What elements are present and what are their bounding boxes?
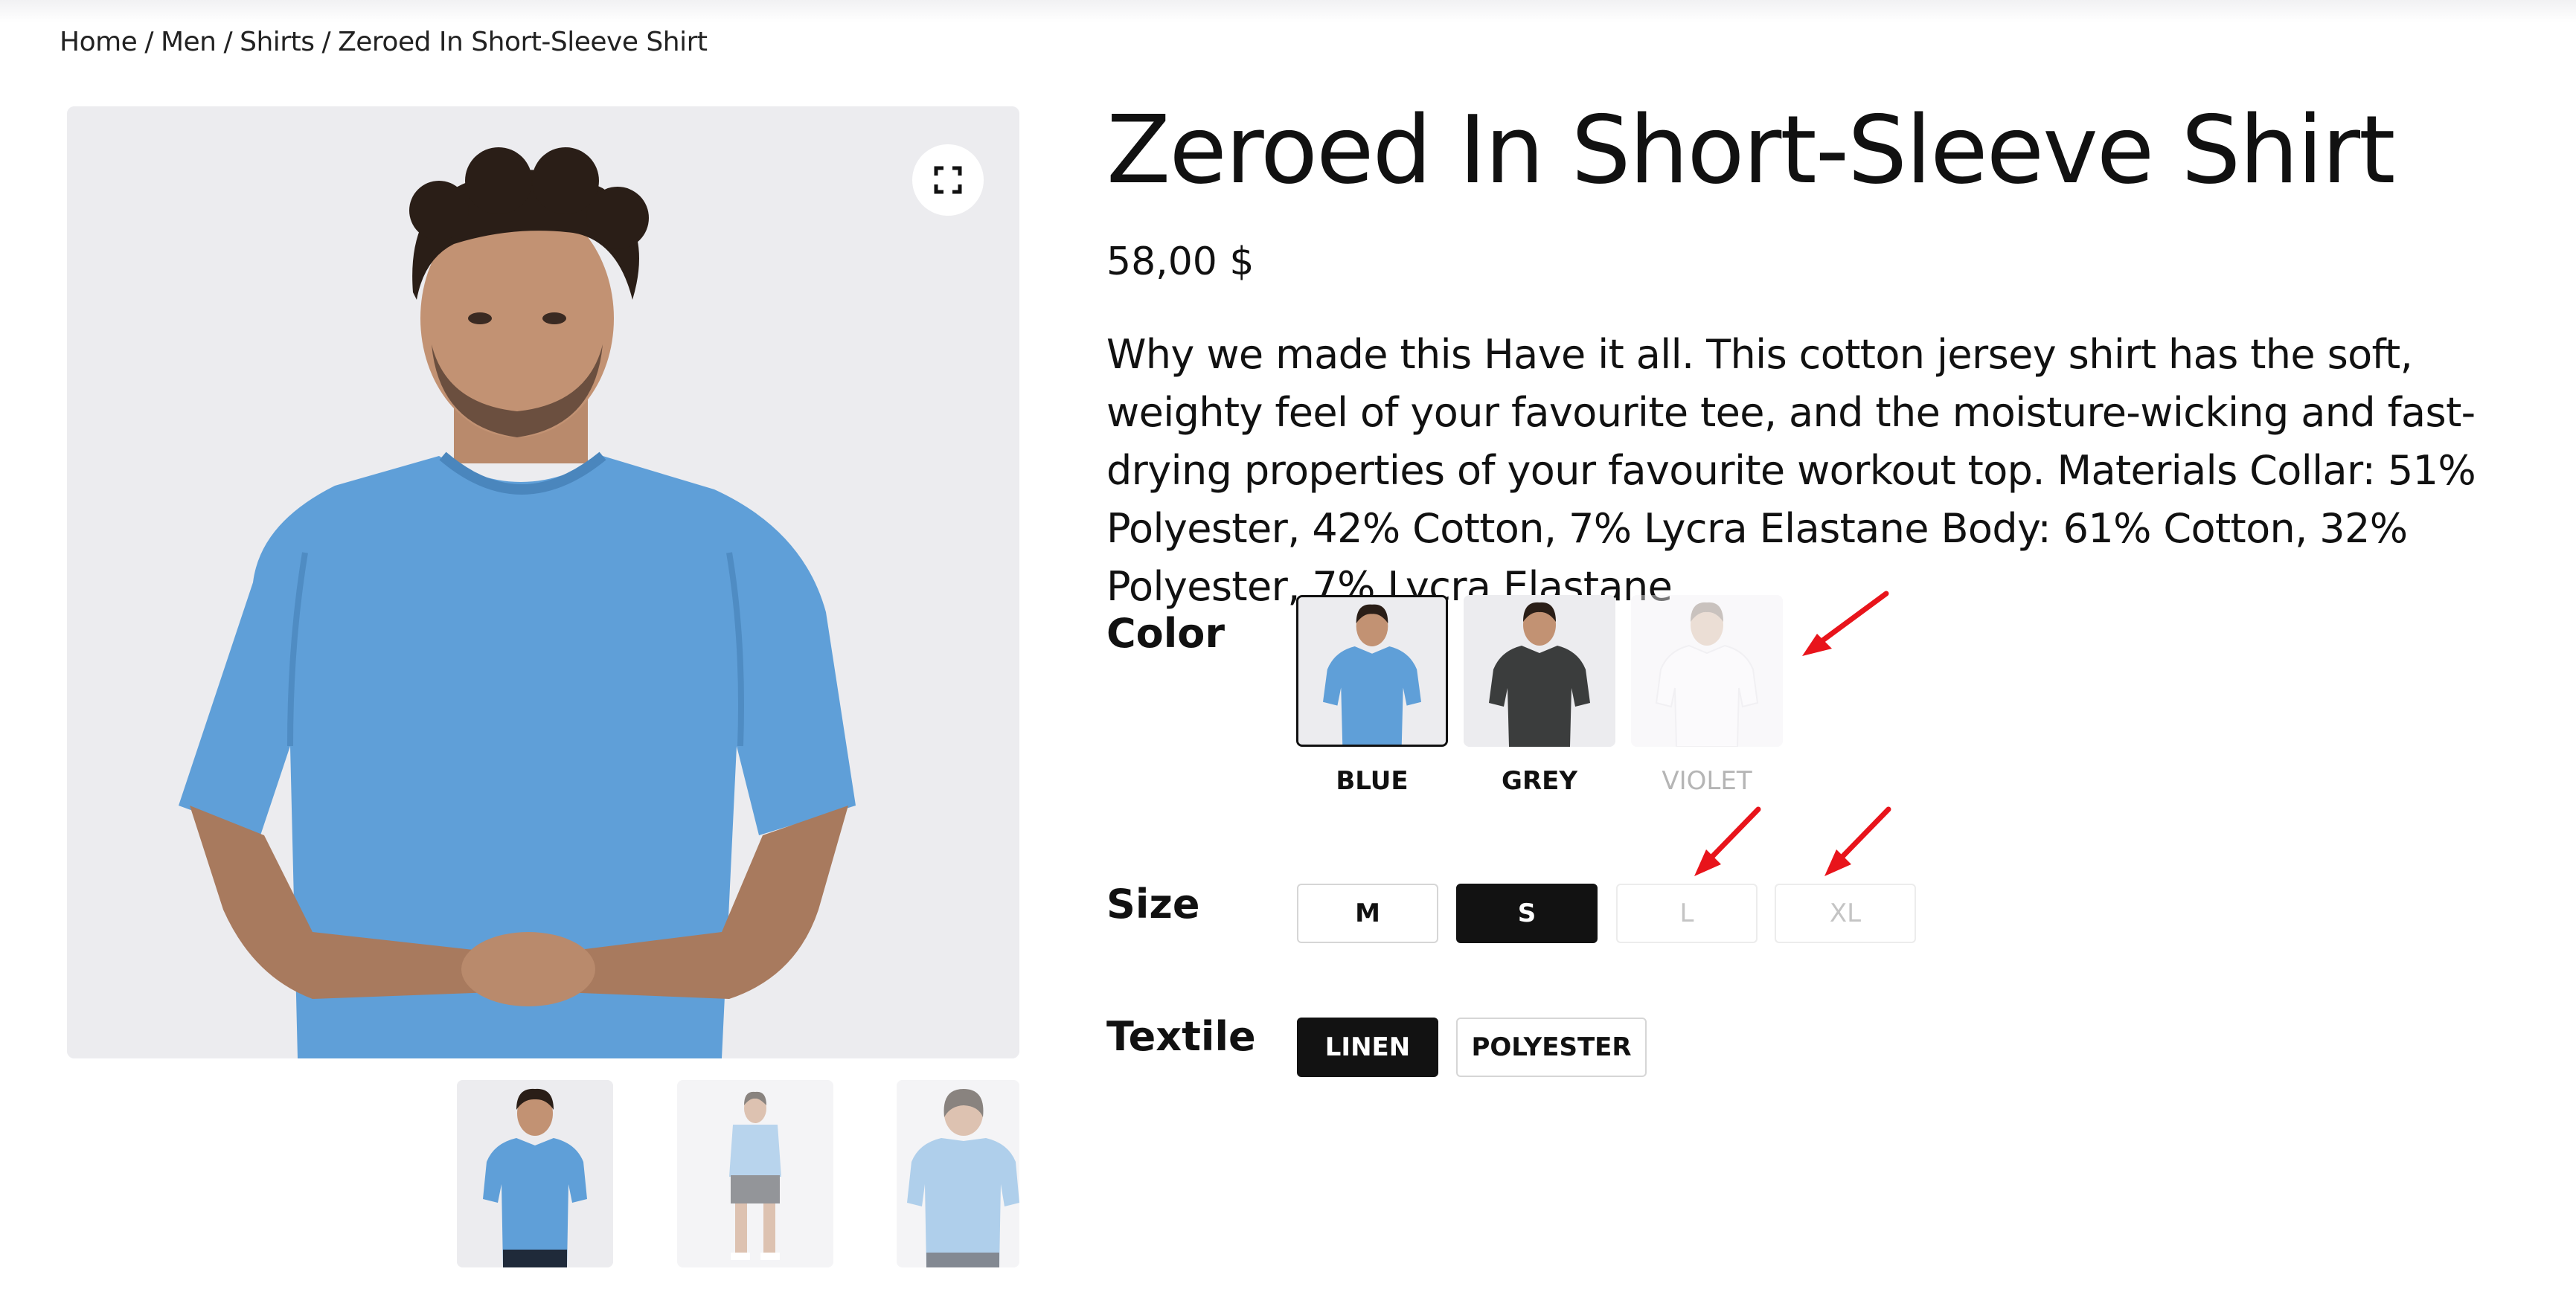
thumbnail-image-back — [897, 1080, 1019, 1267]
breadcrumb: Home / Men / Shirts / Zeroed In Short-Sleeve S… — [60, 27, 708, 57]
red-arrow-icon — [1694, 806, 1761, 876]
color-name-blue: BLUE — [1336, 766, 1409, 796]
color-swatch-grey[interactable] — [1464, 595, 1615, 747]
thumbnail-2[interactable] — [677, 1080, 833, 1267]
breadcrumb-separator: / — [321, 27, 331, 57]
color-swatch-violet[interactable] — [1631, 595, 1783, 747]
textile-option-linen[interactable]: LINEN — [1297, 1018, 1438, 1077]
breadcrumb-separator: / — [223, 27, 233, 57]
breadcrumb-men[interactable]: Men — [161, 27, 217, 57]
color-name-grey: GREY — [1502, 766, 1577, 796]
expand-icon — [934, 166, 962, 194]
swatch-image-grey-shirt — [1464, 595, 1615, 747]
top-bar-shadow — [0, 0, 2576, 22]
thumbnail-image-front — [457, 1080, 613, 1267]
thumbnail-3[interactable] — [897, 1080, 1019, 1267]
size-option-l[interactable]: L — [1616, 884, 1758, 943]
red-arrow-icon — [1802, 591, 1889, 656]
textile-option-polyester[interactable]: POLYESTER — [1456, 1018, 1647, 1077]
swatch-image-blue-shirt — [1298, 597, 1446, 745]
breadcrumb-current: Zeroed In Short-Sleeve Shirt — [338, 27, 708, 57]
expand-image-button[interactable] — [912, 144, 984, 216]
size-label: Size — [1106, 881, 1200, 928]
thumbnail-image-full-body — [677, 1080, 833, 1267]
product-description: Why we made this Have it all. This cotto… — [1106, 331, 2476, 610]
swatch-image-violet-shirt — [1631, 595, 1783, 747]
color-label: Color — [1106, 610, 1225, 657]
product-main-image[interactable] — [67, 106, 1019, 1058]
red-arrow-icon — [1824, 806, 1891, 876]
size-option-xl[interactable]: XL — [1775, 884, 1916, 943]
color-name-violet: VIOLET — [1662, 766, 1752, 796]
thumbnail-1[interactable] — [457, 1080, 613, 1267]
breadcrumb-home[interactable]: Home — [60, 27, 138, 57]
breadcrumb-shirts[interactable]: Shirts — [240, 27, 315, 57]
size-option-s[interactable]: S — [1456, 884, 1598, 943]
product-title: Zeroed In Short-Sleeve Shirt — [1106, 95, 2395, 205]
size-option-m[interactable]: M — [1297, 884, 1438, 943]
product-photo-model-blue-shirt — [67, 106, 1019, 1058]
breadcrumb-separator: / — [144, 27, 153, 57]
product-price: 58,00 $ — [1106, 240, 1255, 284]
textile-label: Textile — [1106, 1013, 1256, 1060]
color-swatch-blue[interactable] — [1296, 595, 1448, 747]
